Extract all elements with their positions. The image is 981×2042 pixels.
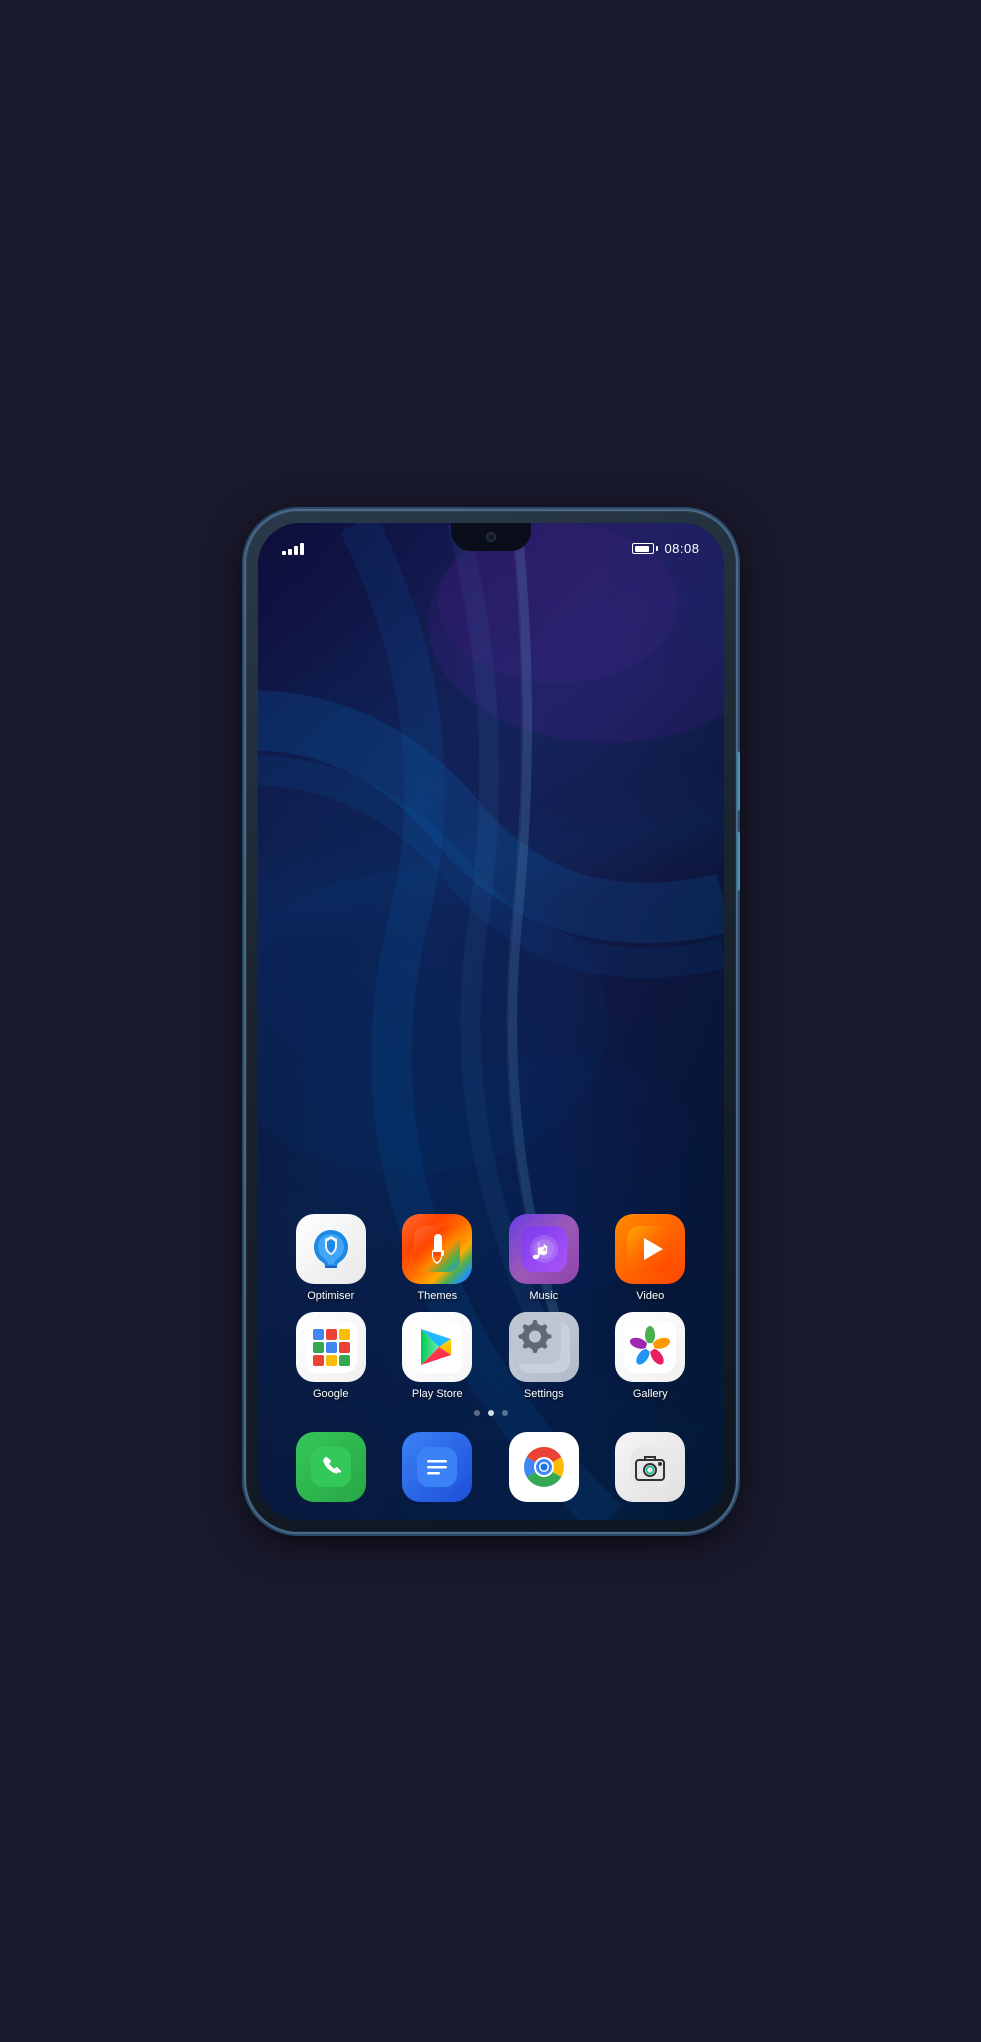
- app-video[interactable]: Video: [605, 1214, 695, 1302]
- music-label: Music: [529, 1290, 558, 1302]
- phone-device: 08:08: [246, 511, 736, 1532]
- google-icon: [296, 1312, 366, 1382]
- page-dot-2[interactable]: [488, 1410, 494, 1416]
- signal-bar-4: [300, 543, 304, 555]
- app-optimiser[interactable]: Optimiser: [286, 1214, 376, 1302]
- music-icon: ♪: [509, 1214, 579, 1284]
- battery-indicator: [632, 543, 658, 554]
- phone-screen: 08:08: [258, 523, 724, 1520]
- dock-phone[interactable]: [286, 1432, 376, 1508]
- chrome-icon: [509, 1432, 579, 1502]
- app-google[interactable]: Google: [286, 1312, 376, 1400]
- app-settings[interactable]: Settings: [499, 1312, 589, 1400]
- playstore-label: Play Store: [412, 1388, 463, 1400]
- app-music[interactable]: ♪ Music: [499, 1214, 589, 1302]
- app-gallery[interactable]: Gallery: [605, 1312, 695, 1400]
- themes-label: Themes: [417, 1290, 457, 1302]
- battery-body: [632, 543, 654, 554]
- google-label: Google: [313, 1388, 348, 1400]
- app-playstore[interactable]: Play Store: [392, 1312, 482, 1400]
- themes-icon: [402, 1214, 472, 1284]
- gallery-icon: [615, 1312, 685, 1382]
- optimiser-icon: [296, 1214, 366, 1284]
- dock-messages[interactable]: [392, 1432, 482, 1508]
- signal-indicator: [282, 543, 304, 555]
- optimiser-label: Optimiser: [307, 1290, 354, 1302]
- dock: [278, 1430, 704, 1510]
- page-dots: [278, 1410, 704, 1416]
- signal-bar-1: [282, 551, 286, 555]
- volume-down-button[interactable]: [736, 831, 740, 891]
- camera-icon: [615, 1432, 685, 1502]
- status-right-group: 08:08: [632, 541, 699, 556]
- gallery-label: Gallery: [633, 1388, 668, 1400]
- settings-icon: [509, 1312, 579, 1382]
- app-grid: Optimiser: [258, 1214, 724, 1430]
- front-camera: [486, 532, 496, 542]
- messages-icon: [402, 1432, 472, 1502]
- svg-text:♪: ♪: [539, 1238, 549, 1260]
- battery-tip: [656, 546, 658, 551]
- video-label: Video: [636, 1290, 664, 1302]
- page-dot-3[interactable]: [502, 1410, 508, 1416]
- video-icon: [615, 1214, 685, 1284]
- signal-bar-3: [294, 546, 298, 555]
- app-row-2: Google: [278, 1312, 704, 1400]
- page-dot-1[interactable]: [474, 1410, 480, 1416]
- app-row-1: Optimiser: [278, 1214, 704, 1302]
- notch: [451, 523, 531, 551]
- signal-bar-2: [288, 549, 292, 555]
- volume-up-button[interactable]: [736, 751, 740, 811]
- status-time: 08:08: [664, 541, 699, 556]
- battery-fill: [635, 546, 649, 552]
- phone-icon: [296, 1432, 366, 1502]
- settings-label: Settings: [524, 1388, 564, 1400]
- dock-camera[interactable]: [605, 1432, 695, 1508]
- app-themes[interactable]: Themes: [392, 1214, 482, 1302]
- playstore-icon: [402, 1312, 472, 1382]
- dock-chrome[interactable]: [499, 1432, 589, 1508]
